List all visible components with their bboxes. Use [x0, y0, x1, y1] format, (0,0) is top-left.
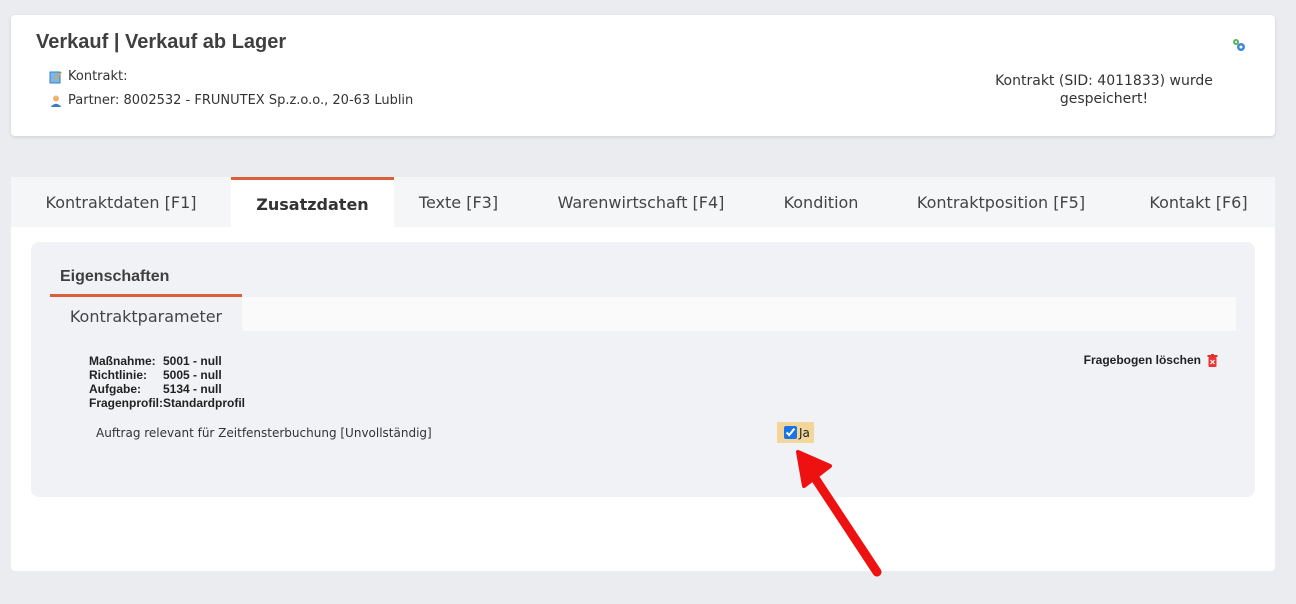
tab-bar: Kontraktdaten [F1] Zusatzdaten Texte [F3…: [11, 177, 1275, 227]
param-value: 5134 - null: [163, 382, 222, 396]
parameter-list: Maßnahme: 5001 - null Richtlinie: 5005 -…: [89, 354, 245, 410]
tab-kondition[interactable]: Kondition: [771, 177, 871, 227]
properties-panel: Eigenschaften Kontraktparameter Maßnahme…: [31, 242, 1255, 497]
tab-warenwirtschaft[interactable]: Warenwirtschaft [F4]: [541, 177, 741, 227]
param-label: Richtlinie:: [89, 368, 148, 382]
param-row: Maßnahme: 5001 - null: [89, 354, 245, 368]
param-label: Aufgabe:: [89, 382, 141, 396]
partner-row: Partner: 8002532 - FRUNUTEX Sp.z.o.o., 2…: [49, 93, 413, 108]
delete-questionnaire-button[interactable]: Fragebogen löschen: [1084, 353, 1218, 367]
settings-gears-icon[interactable]: [1231, 37, 1247, 53]
param-value: 5005 - null: [163, 368, 222, 382]
status-message: Kontrakt (SID: 4011833) wurde gespeicher…: [995, 73, 1213, 107]
delete-questionnaire-label: Fragebogen löschen: [1083, 353, 1201, 367]
subtab-strip: Kontraktparameter: [50, 297, 1236, 333]
parameters-box: Maßnahme: 5001 - null Richtlinie: 5005 -…: [50, 331, 1236, 466]
tab-zusatzdaten[interactable]: Zusatzdaten: [231, 177, 394, 227]
param-value: Standardprofil: [163, 396, 246, 410]
trash-icon: [1207, 353, 1218, 367]
param-label: Maßnahme:: [89, 354, 156, 368]
param-label: Fragenprofil:: [89, 396, 163, 410]
partner-person-icon: [49, 94, 63, 108]
tab-kontraktdaten[interactable]: Kontraktdaten [F1]: [31, 177, 211, 227]
timeslot-relevant-label: Auftrag relevant für Zeitfensterbuchung …: [96, 426, 432, 440]
param-row: Fragenprofil: Standardprofil: [89, 396, 245, 410]
subtab-kontraktparameter[interactable]: Kontraktparameter: [50, 297, 242, 333]
tab-texte[interactable]: Texte [F3]: [401, 177, 516, 227]
param-value: 5001 - null: [163, 354, 222, 368]
timeslot-checkbox-wrap: Ja: [777, 422, 814, 443]
param-row: Richtlinie: 5005 - null: [89, 368, 245, 382]
header-card: Verkauf | Verkauf ab Lager Kontrakt: Par…: [11, 15, 1275, 136]
contract-label: Kontrakt:: [68, 69, 128, 84]
checkbox-label: Ja: [799, 425, 810, 440]
tab-kontraktposition[interactable]: Kontraktposition [F5]: [901, 177, 1101, 227]
page-title: Verkauf | Verkauf ab Lager: [36, 31, 287, 53]
tab-kontakt[interactable]: Kontakt [F6]: [1136, 177, 1261, 227]
contract-edit-icon: [49, 70, 63, 84]
partner-text: Partner: 8002532 - FRUNUTEX Sp.z.o.o., 2…: [68, 93, 414, 108]
param-row: Aufgabe: 5134 - null: [89, 382, 245, 396]
contract-row: Kontrakt:: [49, 69, 127, 84]
section-title: Eigenschaften: [60, 268, 170, 285]
annotation-arrow-icon: [796, 450, 882, 577]
main-card: Kontraktdaten [F1] Zusatzdaten Texte [F3…: [11, 177, 1275, 571]
timeslot-checkbox[interactable]: [784, 426, 797, 439]
